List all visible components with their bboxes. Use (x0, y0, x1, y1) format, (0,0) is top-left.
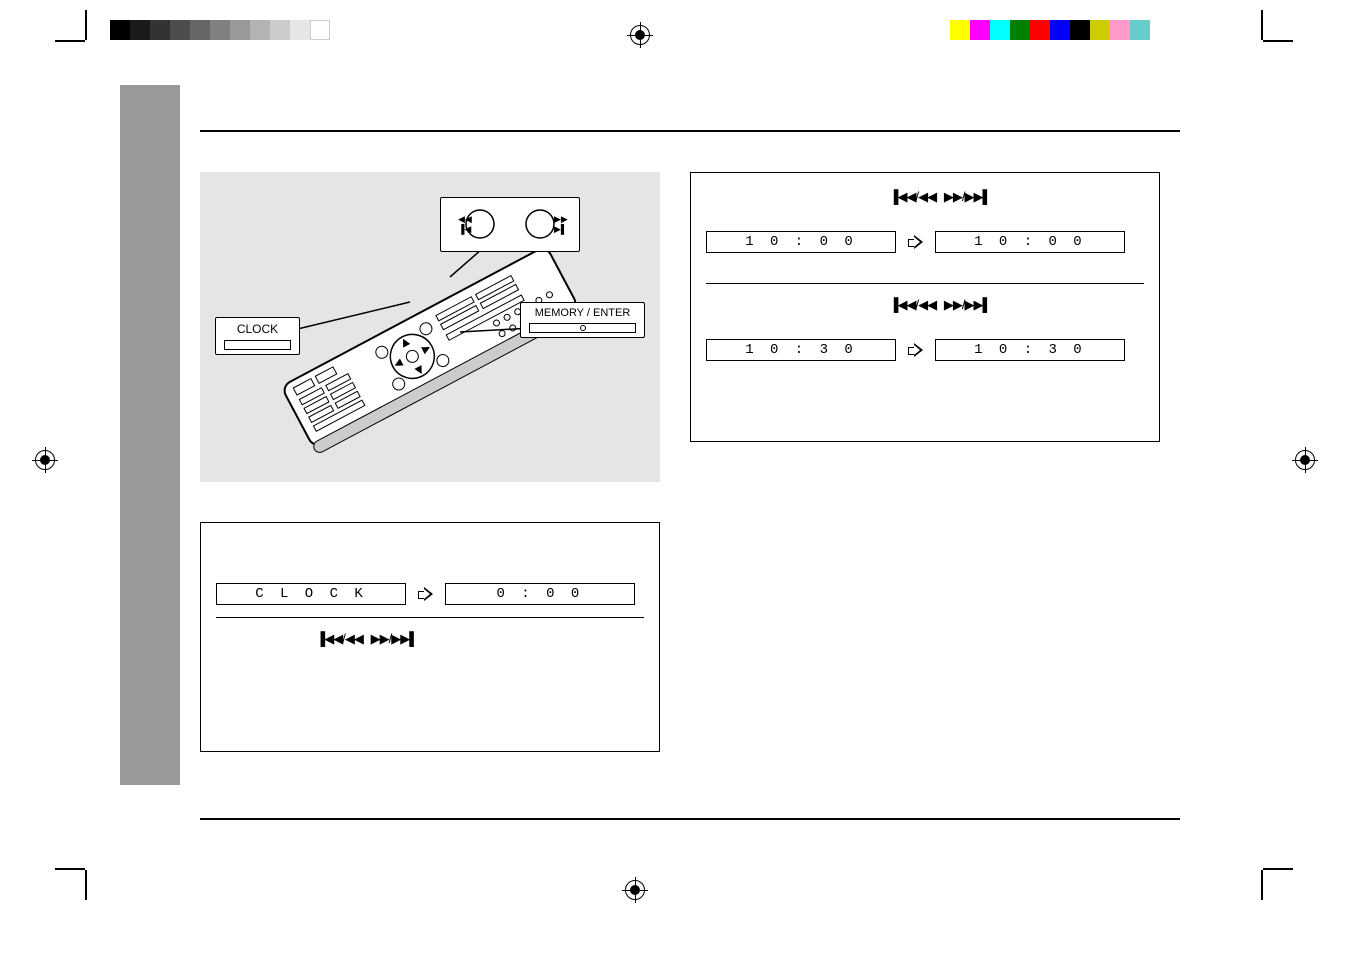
arrow-right-icon (908, 235, 922, 249)
remote-illustration-panel: CLOCK ◀◀ ▐◀ ▶▶ ▶▌ MEMORY / ENTER (200, 172, 660, 482)
svg-text:▶▶: ▶▶ (554, 214, 568, 224)
lcd-text: 1 0 : 3 0 (745, 342, 857, 358)
grayscale-bar (110, 20, 330, 40)
lcd-text: 0 : 0 0 (497, 586, 584, 602)
skip-icons: ▐◀◀/◀◀ ▶▶/▶▶▌ (889, 189, 990, 204)
step-box-1: C L O C K 0 : 0 0 ▐◀◀/◀◀ ▶▶/▶▶▌ (200, 522, 660, 752)
lcd-text: 1 0 : 0 0 (974, 234, 1086, 250)
lcd-text: C L O C K (255, 586, 367, 602)
svg-text:◀◀: ◀◀ (458, 214, 472, 224)
lcd-display: 0 : 0 0 (445, 583, 635, 605)
registration-mark-left (35, 450, 55, 470)
lcd-text: 1 0 : 0 0 (745, 234, 857, 250)
svg-text:▐◀: ▐◀ (458, 223, 471, 235)
svg-text:▶▌: ▶▌ (554, 223, 567, 235)
lcd-display: 1 0 : 3 0 (935, 339, 1125, 361)
registration-mark-top (630, 25, 650, 45)
step-box-2: ▐◀◀/◀◀ ▶▶/▶▶▌ 1 0 : 0 0 1 0 : 0 0 ▐◀◀/◀◀… (690, 172, 1160, 442)
page-tab-sidebar (120, 85, 180, 785)
color-bar (950, 20, 1150, 40)
callout-clock: CLOCK (215, 317, 300, 355)
lcd-display: 1 0 : 0 0 (706, 231, 896, 253)
arrow-right-icon (418, 587, 432, 601)
callout-memory-enter: MEMORY / ENTER (520, 302, 645, 338)
registration-mark-right (1295, 450, 1315, 470)
callout-clock-label: CLOCK (224, 322, 291, 336)
lcd-text: 1 0 : 3 0 (974, 342, 1086, 358)
lcd-display: 1 0 : 3 0 (706, 339, 896, 361)
arrow-right-icon (908, 343, 922, 357)
skip-icons: ▐◀◀/◀◀ ▶▶/▶▶▌ (889, 297, 990, 312)
lcd-display: 1 0 : 0 0 (935, 231, 1125, 253)
callout-memory-enter-label: MEMORY / ENTER (529, 307, 636, 319)
lcd-display: C L O C K (216, 583, 406, 605)
skip-back-icon: ▐◀◀/◀◀ ▶▶/▶▶▌ (316, 631, 417, 646)
registration-mark-bottom (625, 880, 645, 900)
callout-skip-buttons: ◀◀ ▐◀ ▶▶ ▶▌ (440, 197, 580, 252)
page-content: CLOCK ◀◀ ▐◀ ▶▶ ▶▌ MEMORY / ENTER C L O (200, 130, 1180, 820)
